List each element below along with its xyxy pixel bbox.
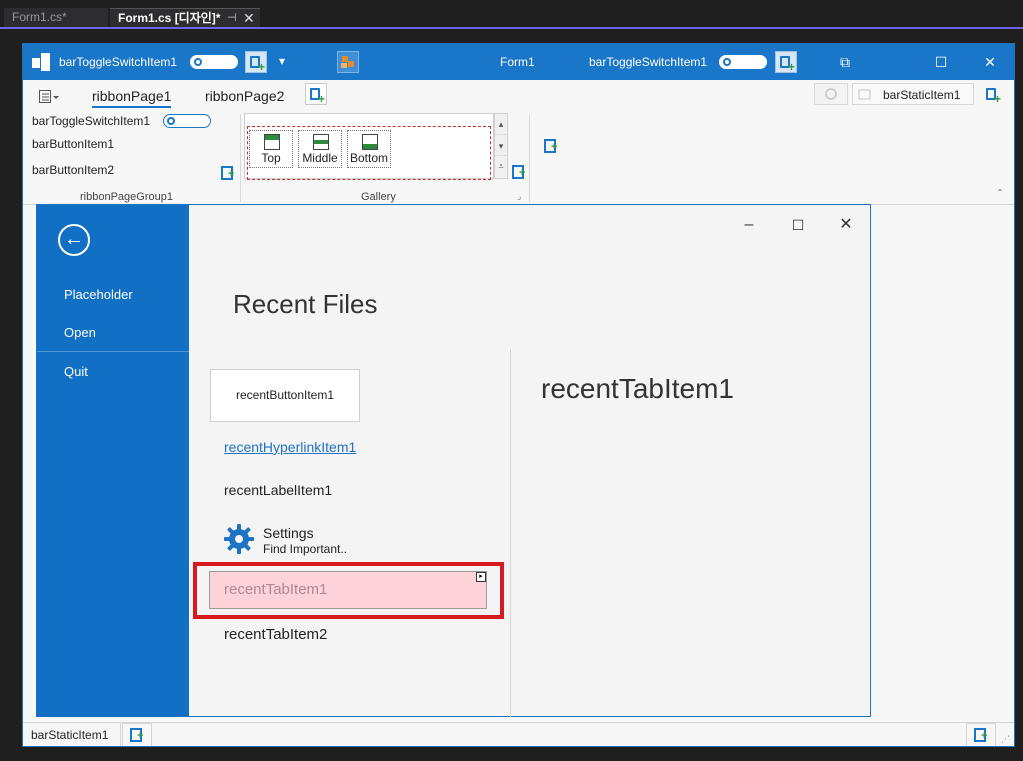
group-divider <box>240 114 241 202</box>
minimize-icon[interactable]: – <box>737 213 761 237</box>
toggle-switch-label-right: barToggleSwitchItem1 <box>589 55 708 69</box>
content-divider <box>510 349 511 717</box>
toggle-switch-left[interactable] <box>190 55 238 69</box>
tab-label: Form1.cs [디자인]* <box>118 11 221 25</box>
status-divider <box>120 723 121 746</box>
recent-tab-item-2[interactable]: recentTabItem2 <box>224 626 327 643</box>
tab-form1-cs[interactable]: Form1.cs* <box>4 8 108 27</box>
dialog-launcher-icon[interactable]: ⌟ <box>517 191 521 202</box>
toggle-switch-label-left: barToggleSwitchItem1 <box>59 55 178 69</box>
recent-tab-item-1[interactable]: recentTabItem1 ▸ <box>209 571 487 609</box>
add-gallery-item-icon[interactable] <box>511 165 525 179</box>
gallery-item-label: Top <box>261 151 281 165</box>
recent-label-item: recentLabelItem1 <box>224 482 333 498</box>
add-toolbar-item-button[interactable] <box>245 51 267 74</box>
restore-icon[interactable]: ⧉ <box>835 52 855 72</box>
toggle-switch-right[interactable] <box>719 55 767 69</box>
gallery[interactable]: Top Middle Bottom <box>244 113 494 180</box>
form-title-bar: barToggleSwitchItem1 ▾ Form1 barToggleSw… <box>23 44 1014 80</box>
disabled-item-button <box>814 83 848 105</box>
tab-ribbonpage2[interactable]: ribbonPage2 <box>205 88 284 104</box>
status-static-item: barStaticItem1 <box>31 728 109 742</box>
backstage-nav-pane: ← Placeholder Open Quit <box>37 205 189 717</box>
nav-item-open[interactable]: Open <box>64 325 96 340</box>
ribbon-group-caption: ribbonPageGroup1 <box>80 191 173 203</box>
backstage-view: ← Placeholder Open Quit – ☐ ✕ Recent Fil… <box>36 204 871 717</box>
smart-tag-icon[interactable]: ▸ <box>476 572 486 582</box>
static-item-box[interactable]: barStaticItem1 <box>852 83 974 105</box>
gallery-item-label: Middle <box>302 151 338 165</box>
align-bottom-icon <box>362 134 378 150</box>
status-bar: barStaticItem1 ⋰ <box>23 722 1014 746</box>
close-icon[interactable]: ✕ <box>834 213 858 237</box>
application-menu-icon[interactable] <box>39 90 61 104</box>
pin-icon[interactable]: ⊣ <box>227 9 237 28</box>
align-top-icon <box>264 134 280 150</box>
gallery-scrollbar[interactable]: ▴ ▾ ⩡ <box>494 113 508 179</box>
gallery-item-label: Bottom <box>349 151 388 165</box>
resize-grip-icon[interactable]: ⋰ <box>1001 734 1010 745</box>
gear-icon <box>224 524 254 554</box>
form-app-icon <box>32 53 50 71</box>
content-pane-title: recentTabItem1 <box>541 373 734 404</box>
gallery-item-middle[interactable]: Middle <box>298 130 342 168</box>
add-ribbon-page-button[interactable] <box>305 83 327 106</box>
gallery-selection-frame: Top Middle Bottom <box>247 126 491 180</box>
static-item-label: barStaticItem1 <box>883 88 961 102</box>
group-divider <box>529 114 530 202</box>
collapse-ribbon-icon[interactable]: ˆ <box>998 187 1002 201</box>
add-status-item-right-button[interactable] <box>966 723 996 746</box>
bar-button-item-1[interactable]: barButtonItem1 <box>32 137 114 151</box>
gallery-item-bottom[interactable]: Bottom <box>347 130 391 168</box>
add-page-header-item-button[interactable] <box>981 83 1003 106</box>
recent-hyperlink-item[interactable]: recentHyperlinkItem1 <box>224 439 356 455</box>
recent-tab-item-label: recentTabItem1 <box>224 581 328 598</box>
settings-item-title[interactable]: Settings <box>263 525 314 541</box>
maximize-icon[interactable]: ☐ <box>786 213 810 237</box>
scroll-up-icon[interactable]: ▴ <box>495 114 507 134</box>
gallery-caption: Gallery <box>361 191 396 203</box>
add-status-item-button[interactable] <box>122 723 152 746</box>
gallery-item-top[interactable]: Top <box>249 130 293 168</box>
ribbon-toggle-label: barToggleSwitchItem1 <box>32 114 151 128</box>
static-item-icon <box>858 89 871 100</box>
add-toolbar-item-right-button[interactable] <box>775 51 797 74</box>
gallery-dropdown-icon[interactable]: ⩡ <box>495 156 507 176</box>
close-icon[interactable]: ✕ <box>980 52 1000 72</box>
maximize-icon[interactable]: ☐ <box>931 52 951 72</box>
chevron-down-icon[interactable]: ▾ <box>279 54 285 68</box>
customize-icon[interactable] <box>337 51 359 73</box>
settings-item-description: Find Important.. <box>263 542 348 556</box>
form-title: Form1 <box>500 55 535 69</box>
tab-ribbonpage1[interactable]: ribbonPage1 <box>92 88 172 108</box>
nav-item-placeholder[interactable]: Placeholder <box>64 287 133 302</box>
back-arrow-icon[interactable]: ← <box>58 224 90 256</box>
tab-label: Form1.cs* <box>12 10 67 24</box>
ribbon-tab-row: ribbonPage1 ribbonPage2 barStaticItem1 <box>23 80 1014 110</box>
align-middle-icon <box>313 134 329 150</box>
form-window[interactable]: barToggleSwitchItem1 ▾ Form1 barToggleSw… <box>22 43 1015 747</box>
nav-divider <box>37 351 189 352</box>
document-tab-strip: Form1.cs* Form1.cs [디자인]* ⊣ ✕ <box>0 0 1023 28</box>
close-tab-icon[interactable]: ✕ <box>243 9 255 28</box>
bar-button-item-2[interactable]: barButtonItem2 <box>32 163 114 177</box>
ribbon-toggle-switch[interactable] <box>163 114 211 128</box>
recent-button-item[interactable]: recentButtonItem1 <box>210 369 360 422</box>
tab-form1-designer[interactable]: Form1.cs [디자인]* ⊣ ✕ <box>110 8 260 27</box>
add-group-item-icon[interactable] <box>220 166 234 180</box>
nav-item-quit[interactable]: Quit <box>64 364 88 379</box>
ribbon-page-content: barToggleSwitchItem1 barButtonItem1 barB… <box>23 110 1014 205</box>
scroll-down-icon[interactable]: ▾ <box>495 134 507 156</box>
add-ribbon-group-icon[interactable] <box>543 139 557 153</box>
page-title: Recent Files <box>233 289 378 319</box>
